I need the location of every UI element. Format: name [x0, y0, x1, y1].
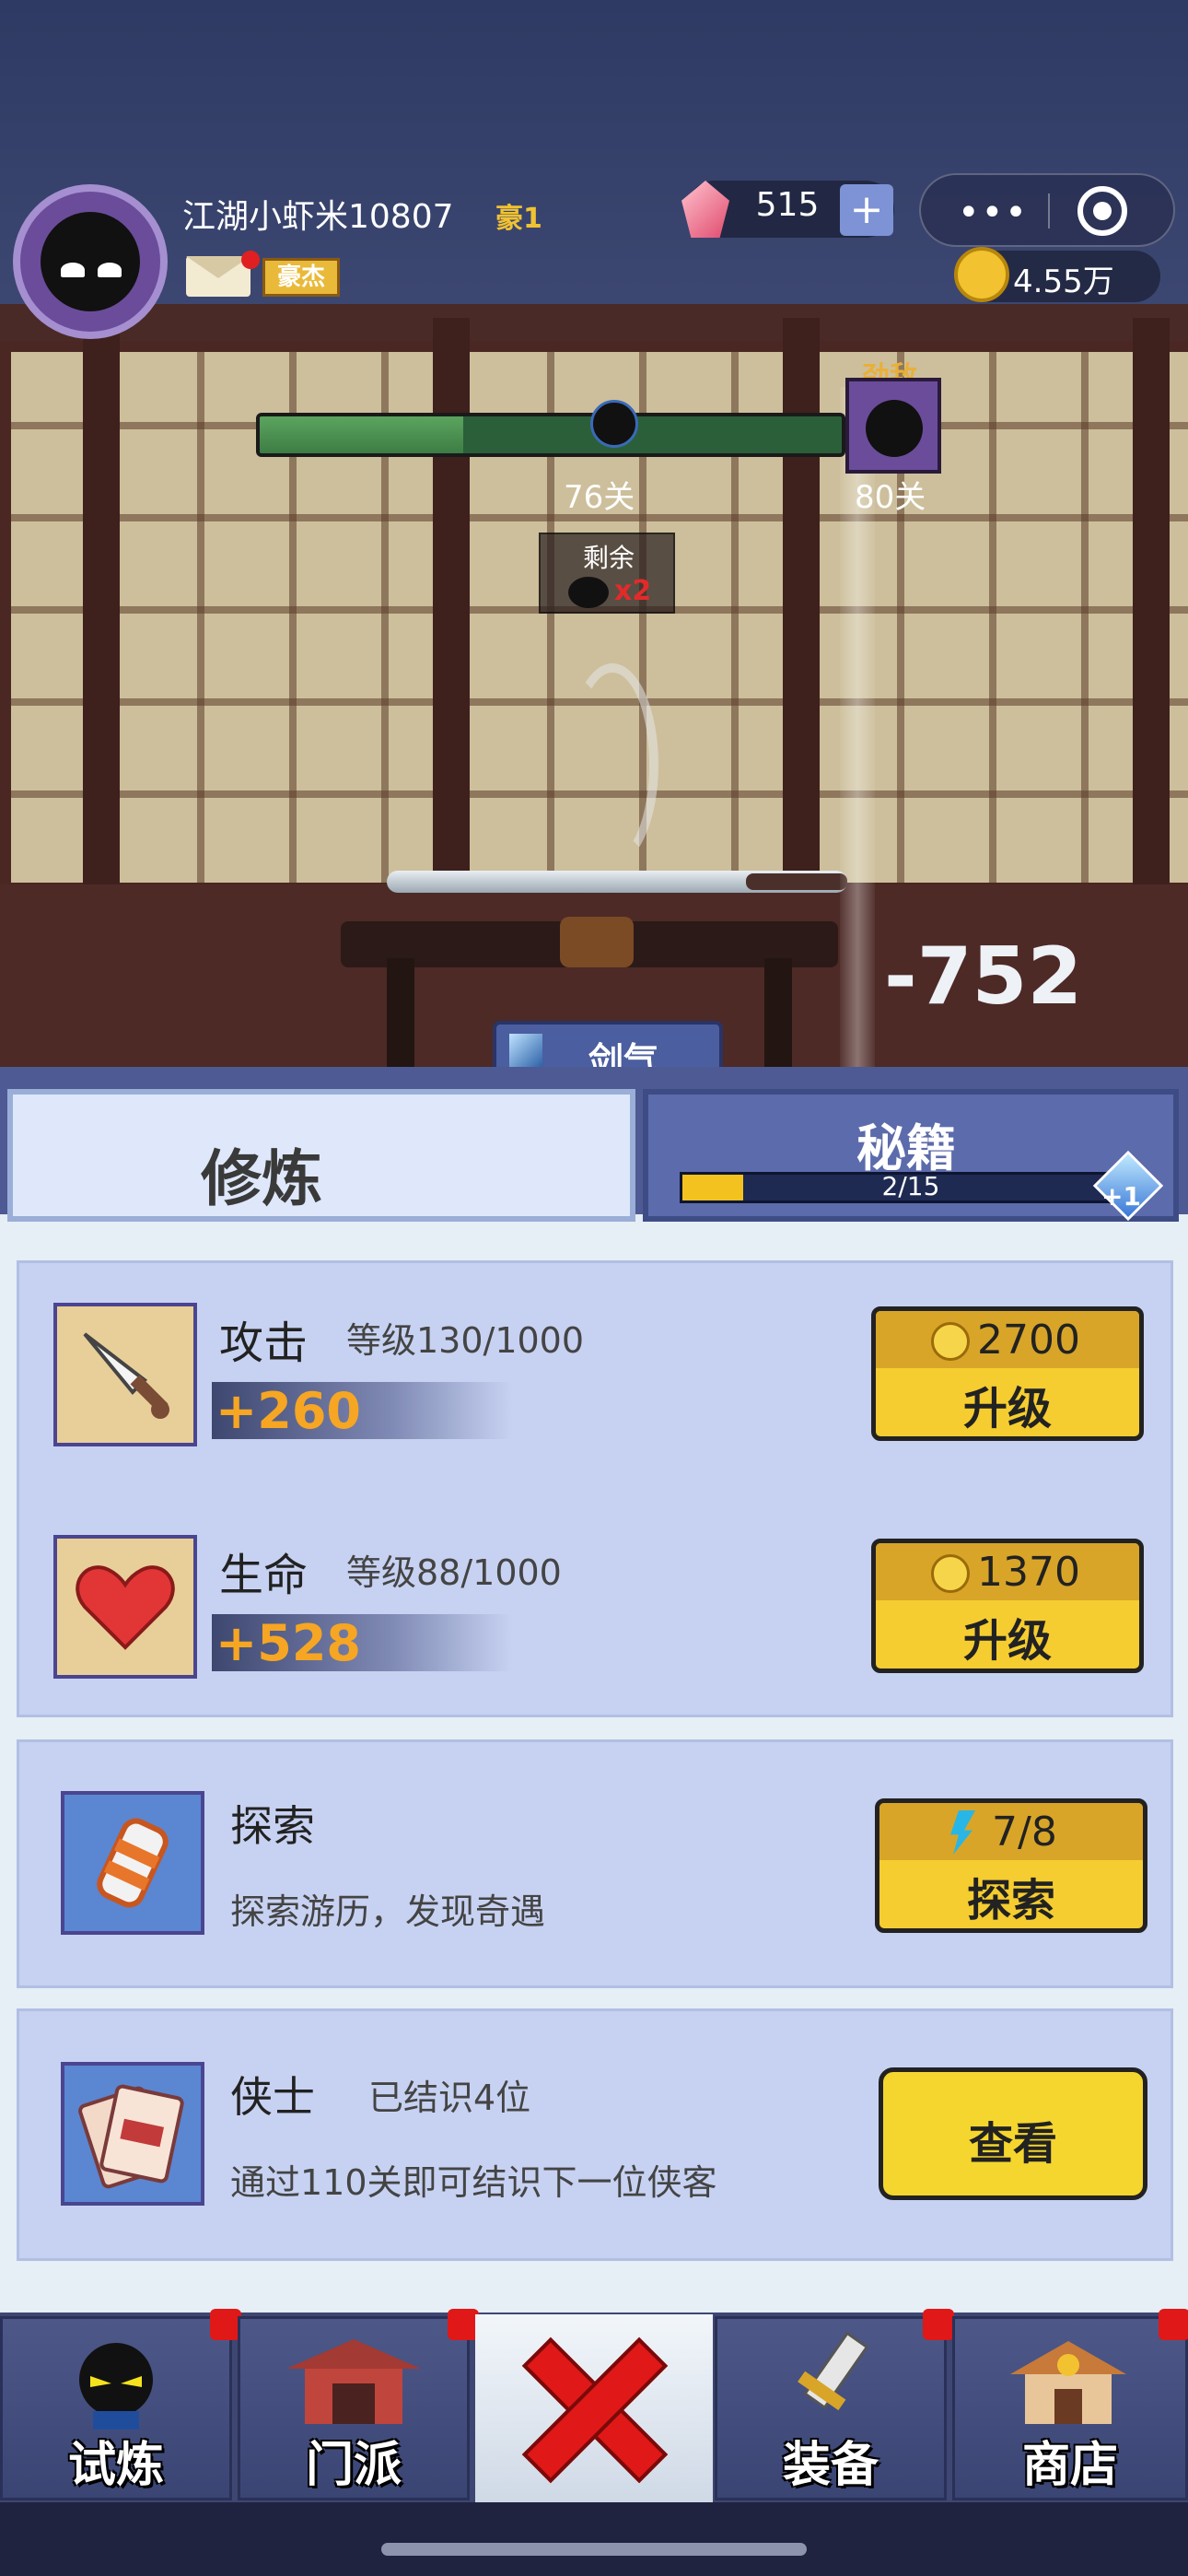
explore-title: 探索 — [230, 1801, 315, 1851]
nav-battle[interactable] — [475, 2314, 713, 2502]
nav-shop-badge — [1159, 2309, 1188, 2340]
stage-progress-bar — [256, 413, 845, 457]
nav-equip-badge — [923, 2309, 954, 2340]
nav-trial[interactable]: 试炼 — [0, 2316, 232, 2500]
nav-equip-label: 装备 — [782, 2438, 879, 2493]
nav-sect-label: 门派 — [305, 2438, 402, 2493]
attack-upgrade-cost: 2700 — [977, 1317, 1080, 1364]
nav-sect[interactable]: 门派 — [238, 2316, 470, 2500]
nav-trial-label: 试炼 — [67, 2438, 164, 2493]
health-title: 生命 — [219, 1550, 309, 1601]
close-miniprogram-icon[interactable] — [1077, 186, 1127, 236]
boss-portrait[interactable] — [845, 378, 941, 474]
avatar-face — [41, 212, 140, 311]
damage-number: -752 — [884, 931, 1083, 1023]
home-indicator[interactable] — [381, 2543, 807, 2556]
explore-desc: 探索游历，发现奇遇 — [230, 1891, 546, 1932]
vip-level: 豪1 — [495, 203, 542, 235]
avatar-eye — [61, 263, 85, 277]
remaining-count: x2 — [614, 575, 652, 607]
heart-icon — [76, 1565, 175, 1650]
heroes-count: 已结识4位 — [368, 2078, 531, 2118]
sword-handle — [746, 873, 847, 890]
explore-icon-box — [61, 1791, 204, 1935]
add-gems-button[interactable]: + — [840, 184, 893, 236]
attack-level: 等级130/1000 — [346, 1320, 585, 1361]
boss-icon — [866, 400, 923, 457]
upgrade-attack-button[interactable]: 2700 升级 — [871, 1306, 1144, 1441]
heroes-icon-box — [61, 2062, 204, 2206]
title-badge: 豪杰 — [262, 258, 340, 297]
incense-burner — [560, 917, 634, 967]
gem-count: 515 — [755, 186, 820, 224]
health-level: 等级88/1000 — [346, 1552, 562, 1593]
nav-trial-badge — [210, 2309, 241, 2340]
table-leg — [764, 958, 792, 1078]
health-icon-box — [53, 1535, 197, 1679]
health-upgrade-cost: 1370 — [977, 1549, 1080, 1596]
player-name: 江湖小虾米10807 — [182, 198, 454, 236]
ninja-icon — [79, 2343, 153, 2430]
gold-coin-icon — [954, 247, 1009, 302]
view-heroes-button[interactable]: 查看 — [879, 2067, 1147, 2200]
remaining-enemies-box: 剩余 x2 — [539, 533, 675, 614]
explore-energy: 7/8 — [992, 1809, 1057, 1856]
tab-train[interactable]: 修炼 — [7, 1089, 635, 1222]
gold-count: 4.55万 — [1013, 263, 1114, 300]
upgrade-health-button[interactable]: 1370 升级 — [871, 1539, 1144, 1673]
tab-train-label: 修炼 — [201, 1143, 322, 1214]
nav-sect-badge — [448, 2309, 479, 2340]
nav-equip[interactable]: 装备 — [715, 2316, 947, 2500]
remaining-label: 剩余 — [582, 543, 635, 573]
cards-icon — [78, 2084, 184, 2189]
mail-notification-dot — [241, 251, 260, 269]
heroes-desc: 通过110关即可结识下一位侠客 — [230, 2162, 717, 2203]
shop-icon — [1010, 2341, 1126, 2424]
attack-bonus-bar: +260 — [212, 1382, 512, 1440]
gold-coin-icon — [931, 1322, 970, 1361]
attack-upgrade-label: 升级 — [962, 1383, 1052, 1434]
equipment-icon — [798, 2331, 869, 2411]
explore-button[interactable]: 7/8 探索 — [875, 1798, 1147, 1933]
nav-shop[interactable]: 商店 — [952, 2316, 1188, 2500]
heroes-title: 侠士 — [230, 2072, 315, 2122]
health-bonus-bar: +528 — [212, 1614, 512, 1672]
health-upgrade-label: 升级 — [962, 1615, 1052, 1667]
secret-book-progress-text: 2/15 — [881, 1171, 940, 1201]
attack-title: 攻击 — [219, 1317, 309, 1369]
roof-beam — [0, 304, 1188, 341]
system-bar — [0, 2502, 1188, 2576]
scroll-icon — [97, 1818, 169, 1908]
sword-icon — [83, 1332, 169, 1419]
player-position-marker — [585, 387, 644, 461]
sword-qi-icon — [509, 1034, 542, 1067]
health-bonus: +528 — [215, 1614, 361, 1672]
nav-shop-label: 商店 — [1021, 2438, 1118, 2493]
tab-secret-book-label: 秘籍 — [856, 1119, 956, 1177]
gold-coin-icon — [931, 1554, 970, 1593]
book-bonus: +1 — [1101, 1181, 1141, 1212]
current-stage: 76关 — [564, 479, 635, 516]
temple-icon — [286, 2339, 421, 2424]
player-avatar[interactable] — [13, 184, 168, 339]
explore-button-label: 探索 — [966, 1875, 1055, 1926]
incense-smoke — [566, 663, 658, 866]
miniprogram-capsule: ••• — [919, 173, 1175, 247]
boss-stage: 80关 — [855, 479, 926, 516]
attack-icon-box — [53, 1303, 197, 1446]
more-menu-icon[interactable]: ••• — [958, 192, 1029, 234]
attack-bonus: +260 — [215, 1382, 361, 1440]
view-heroes-label: 查看 — [968, 2118, 1057, 2170]
player-marker-icon — [590, 400, 638, 448]
enemy-icon — [568, 577, 609, 608]
table-leg — [387, 958, 414, 1078]
avatar-eye — [98, 263, 122, 277]
capsule-divider — [1048, 193, 1050, 228]
stage-progress-fill — [260, 416, 464, 453]
